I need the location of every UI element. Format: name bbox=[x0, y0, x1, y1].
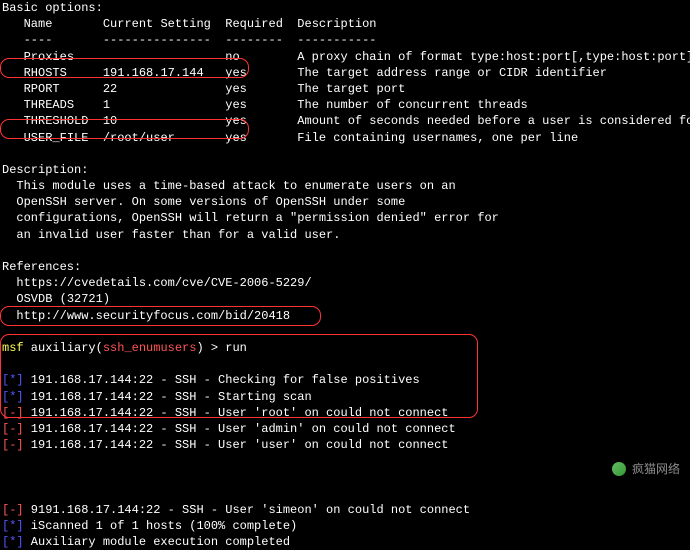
options-table-header: Name Current Setting Required Descriptio… bbox=[2, 16, 688, 32]
references-title: References: bbox=[2, 259, 688, 275]
table-row: Proxies no A proxy chain of format type:… bbox=[2, 49, 688, 65]
references-line: http://www.securityfocus.com/bid/20418 bbox=[2, 308, 688, 324]
watermark: 疯猫网络 bbox=[612, 461, 680, 477]
output-line: [*] Auxiliary module execution completed bbox=[2, 534, 688, 550]
description-line: configurations, OpenSSH will return a "p… bbox=[2, 210, 688, 226]
table-row: RPORT 22 yes The target port bbox=[2, 81, 688, 97]
output-line: [-] 9191.168.17.144:22 - SSH - User 'sim… bbox=[2, 502, 688, 518]
msf-prompt[interactable]: msf auxiliary(ssh_enumusers) > run bbox=[2, 340, 688, 356]
output-line: [*] iScanned 1 of 1 hosts (100% complete… bbox=[2, 518, 688, 534]
output-line: [-] 191.168.17.144:22 - SSH - User 'admi… bbox=[2, 421, 688, 437]
references-line: OSVDB (32721) bbox=[2, 291, 688, 307]
description-line: an invalid user faster than for a valid … bbox=[2, 227, 688, 243]
description-title: Description: bbox=[2, 162, 688, 178]
description-line: This module uses a time-based attack to … bbox=[2, 178, 688, 194]
table-row: THRESHOLD 10 yes Amount of seconds neede… bbox=[2, 113, 688, 129]
terminal[interactable]: Basic options: Name Current Setting Requ… bbox=[0, 0, 690, 550]
output-line: [-] 191.168.17.144:22 - SSH - User 'root… bbox=[2, 405, 688, 421]
references-line: https://cvedetails.com/cve/CVE-2006-5229… bbox=[2, 275, 688, 291]
table-row: THREADS 1 yes The number of concurrent t… bbox=[2, 97, 688, 113]
options-table-divider: ---- --------------- -------- ----------… bbox=[2, 32, 688, 48]
options-header: Basic options: bbox=[2, 0, 688, 16]
output-line: [-] 191.168.17.144:22 - SSH - User 'user… bbox=[2, 437, 688, 453]
table-row: RHOSTS 191.168.17.144 yes The target add… bbox=[2, 65, 688, 81]
table-row: USER_FILE /root/user yes File containing… bbox=[2, 130, 688, 146]
output-line: [*] 191.168.17.144:22 - SSH - Checking f… bbox=[2, 372, 688, 388]
watermark-text: 疯猫网络 bbox=[632, 461, 680, 477]
wechat-icon bbox=[612, 462, 626, 476]
description-line: OpenSSH server. On some versions of Open… bbox=[2, 194, 688, 210]
output-line: [*] 191.168.17.144:22 - SSH - Starting s… bbox=[2, 389, 688, 405]
